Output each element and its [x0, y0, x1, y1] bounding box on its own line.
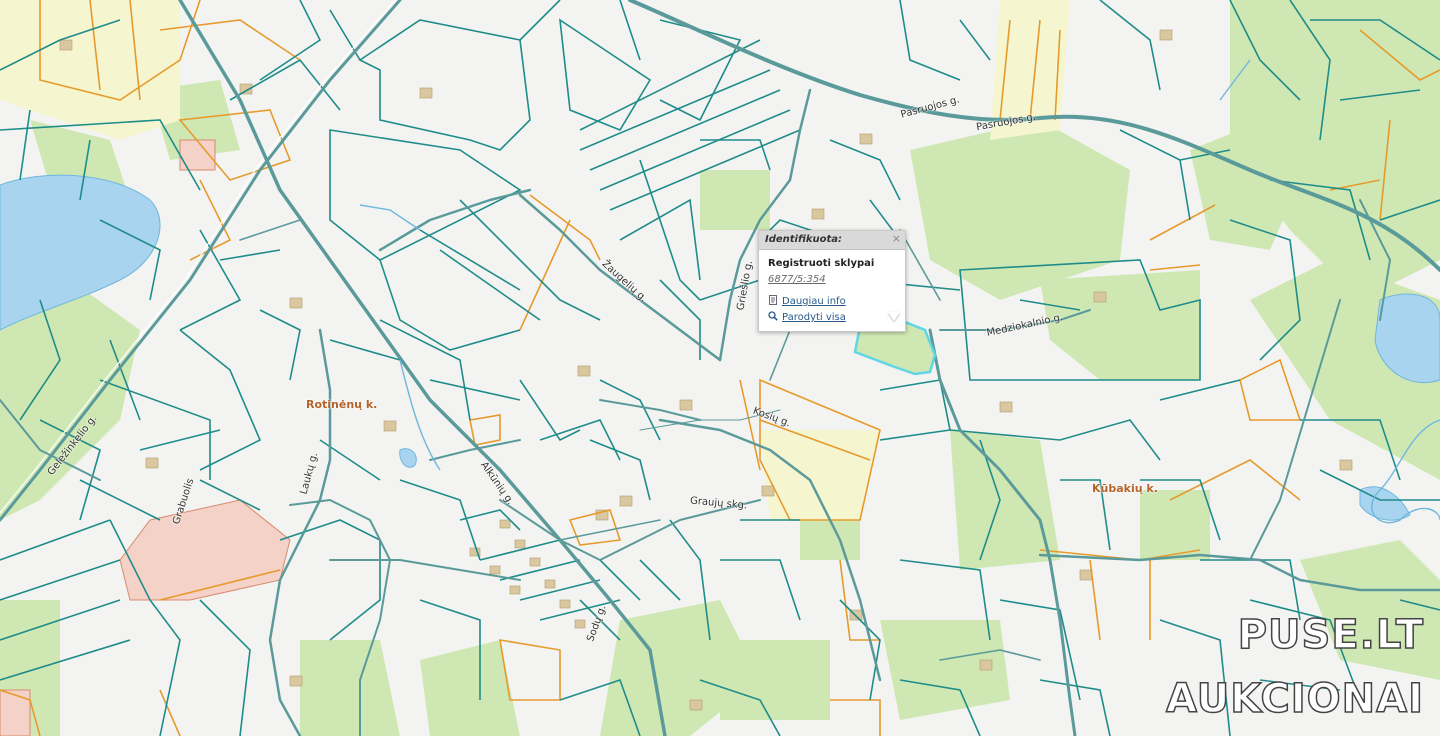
magnifier-icon: [768, 311, 778, 321]
show-all-link[interactable]: Parodyti visa: [768, 311, 846, 323]
popup-title: Identifikuota:: [765, 234, 843, 245]
parcel-number-link[interactable]: 6877/5:354: [768, 274, 826, 285]
watermark-line1: PUSE.LT: [1237, 611, 1424, 659]
cadastral-map[interactable]: [0, 0, 1440, 736]
document-icon: [768, 295, 778, 305]
show-all-label: Parodyti visa: [782, 312, 846, 323]
more-info-link[interactable]: Daugiau info: [768, 295, 846, 307]
watermark-line2: AUKCIONAI: [1165, 675, 1424, 723]
village-label-kubakiai: Kūbakių k.: [1092, 482, 1158, 495]
popup-pointer: [888, 312, 900, 321]
identification-popup: Identifikuota: × Registruoti sklypai 687…: [758, 230, 906, 332]
popup-layer-label: Registruoti sklypai: [768, 258, 875, 269]
village-label-rotinenai: Rotinėnų k.: [306, 398, 378, 411]
close-icon[interactable]: ×: [892, 232, 901, 245]
more-info-label: Daugiau info: [782, 296, 846, 307]
popup-header: Identifikuota: ×: [759, 231, 905, 250]
